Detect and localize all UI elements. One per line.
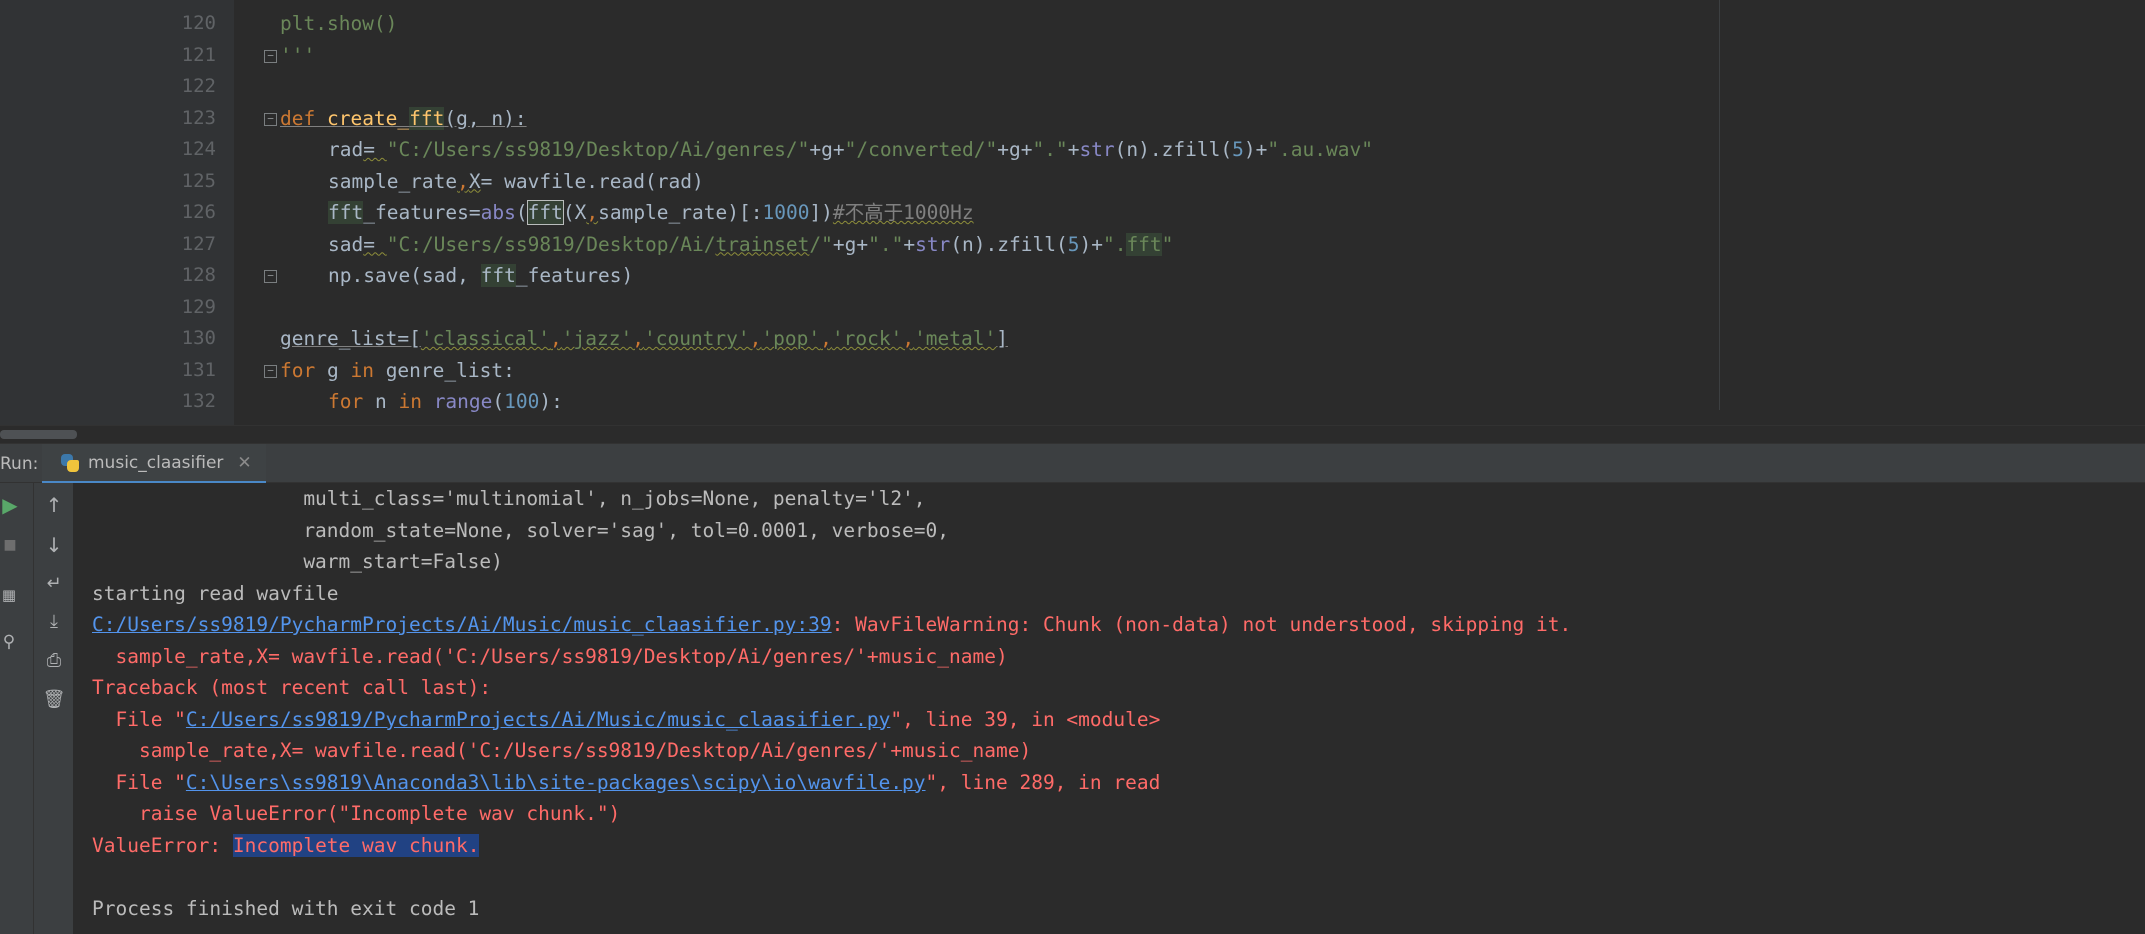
print-icon[interactable]: ⎙ <box>42 649 66 673</box>
line-number-gutter: 120 121 122 123 124 125 126 127 128 129 … <box>174 0 234 443</box>
code-line-131: for g in genre_list: <box>280 358 515 382</box>
run-tab[interactable]: music_claasifier ✕ <box>42 444 266 484</box>
line-number: 127 <box>181 232 216 255</box>
line-number: 126 <box>181 201 216 223</box>
console-line: File "C:\Users\ss9819\Anaconda3\lib\site… <box>92 770 1161 794</box>
code-line-126: fft_features=abs(fft(X,sample_rate)[:100… <box>328 200 974 225</box>
run-toolbar-left: ▶ ■ ▦ ⚲ <box>0 483 34 934</box>
fold-start-icon[interactable]: − <box>264 365 277 378</box>
code-line-124: rad= "C:/Users/ss9819/Desktop/Ai/genres/… <box>328 138 1373 161</box>
scroll-to-end-icon[interactable]: ⤓ <box>42 610 66 634</box>
run-panel-header: Run: music_claasifier ✕ <box>0 443 2145 484</box>
close-icon[interactable]: ✕ <box>237 453 251 473</box>
run-toolbar: ↑ ↓ ↵ ⤓ ⎙ 🗑 <box>34 483 74 934</box>
console-output[interactable]: multi_class='multinomial', n_jobs=None, … <box>74 483 2145 934</box>
fold-start-icon[interactable]: − <box>264 113 277 126</box>
console-line: starting read wavfile <box>92 581 339 605</box>
code-line-121: ''' <box>280 43 316 67</box>
fold-end-icon[interactable]: − <box>264 50 277 63</box>
code-line-127: sad= "C:/Users/ss9819/Desktop/Ai/trainse… <box>328 232 1174 256</box>
up-arrow-icon[interactable]: ↑ <box>42 493 66 517</box>
console-line: ValueError: Incomplete wav chunk. <box>92 833 480 857</box>
soft-wrap-icon[interactable]: ↵ <box>42 572 66 596</box>
selected-text[interactable]: Incomplete wav chunk. <box>232 833 480 857</box>
source-link[interactable]: C:/Users/ss9819/PycharmProjects/Ai/Music… <box>186 708 890 731</box>
run-tab-label: music_claasifier <box>88 452 224 473</box>
line-number: 121 <box>181 43 216 66</box>
code-line-123: def create_fft(g, n): <box>280 106 527 130</box>
console-line: Traceback (most recent call last): <box>92 676 492 699</box>
pin-icon[interactable]: ⚲ <box>0 630 21 654</box>
code-line-128: np.save(sad, fft_features) <box>328 264 634 287</box>
console-line: Process finished with exit code 1 <box>92 896 480 920</box>
code-line-132: for n in range(100): <box>328 390 563 413</box>
line-number: 120 <box>181 12 216 34</box>
console-line: warm_start=False) <box>92 550 503 573</box>
line-number: 131 <box>181 358 216 381</box>
horizontal-scrollbar[interactable] <box>0 425 2145 443</box>
line-number: 132 <box>181 390 216 412</box>
console-line: sample_rate,X= wavfile.read('C:/Users/ss… <box>92 644 1008 668</box>
line-number: 122 <box>181 75 216 97</box>
layout-icon[interactable]: ▦ <box>0 583 21 607</box>
line-number: 123 <box>181 106 216 129</box>
console-line: raise ValueError("Incomplete wav chunk."… <box>92 802 621 825</box>
console-line: sample_rate,X= wavfile.read('C:/Users/ss… <box>92 739 1032 762</box>
line-number: 125 <box>181 169 216 192</box>
code-line-120: plt.show() <box>280 12 398 35</box>
down-arrow-icon[interactable]: ↓ <box>42 533 66 557</box>
code-line-130: genre_list=['classical','jazz','country'… <box>280 327 1008 350</box>
run-label: Run: <box>0 454 39 474</box>
console-line: C:/Users/ss9819/PycharmProjects/Ai/Music… <box>92 613 1572 636</box>
scrollbar-thumb[interactable] <box>0 430 77 439</box>
console-line: File "C:/Users/ss9819/PycharmProjects/Ai… <box>92 707 1161 731</box>
right-margin-guide <box>1719 0 1720 410</box>
code-line-125: sample_rate,X= wavfile.read(rad) <box>328 169 704 193</box>
source-link[interactable]: C:\Users\ss9819\Anaconda3\lib\site-packa… <box>186 771 926 794</box>
line-number: 130 <box>181 327 216 349</box>
line-number: 129 <box>181 295 216 318</box>
fold-end-icon[interactable]: − <box>264 270 277 283</box>
stop-icon[interactable]: ■ <box>0 533 22 557</box>
python-icon <box>60 453 80 473</box>
console-line: random_state=None, solver='sag', tol=0.0… <box>92 518 950 542</box>
console-line: multi_class='multinomial', n_jobs=None, … <box>92 487 926 510</box>
line-number: 124 <box>181 138 216 160</box>
trash-icon[interactable]: 🗑 <box>42 688 66 712</box>
code-editor[interactable]: 120 121 122 123 124 125 126 127 128 129 … <box>0 0 2145 443</box>
source-link[interactable]: C:/Users/ss9819/PycharmProjects/Ai/Music… <box>92 613 832 636</box>
editor-left-strip <box>0 0 174 443</box>
line-number: 128 <box>181 264 216 286</box>
run-icon[interactable]: ▶ <box>0 493 22 517</box>
